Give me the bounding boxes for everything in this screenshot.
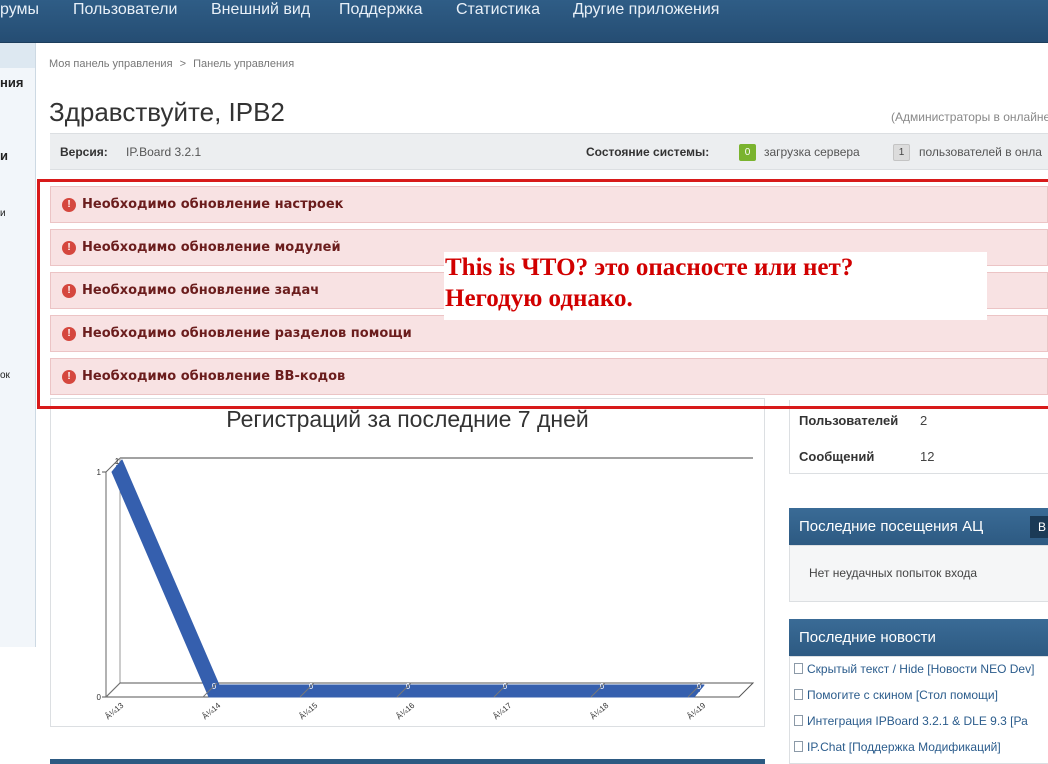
acp-visits-view-button[interactable]: В <box>1030 516 1048 538</box>
chart-title: Регистраций за последние 7 дней <box>226 406 589 432</box>
registrations-chart: 011000000Â¼13Â¼14Â¼15Â¼16Â¼17Â¼18Â¼19 <box>97 457 755 722</box>
breadcrumb-current[interactable]: Панель управления <box>193 58 294 70</box>
nav-item-other-apps[interactable]: Другие приложения <box>573 1 719 19</box>
acp-visits-header: Последние посещения АЦ В <box>789 508 1048 545</box>
x-tick-label: Â¼14 <box>200 701 222 722</box>
nav-item-statistics[interactable]: Статистика <box>456 1 540 19</box>
users-online-label: пользователей в онла <box>919 145 1042 159</box>
sidebar-header <box>0 43 35 68</box>
news-title: Последние новости <box>799 629 936 646</box>
page-title: Здравствуйте, IPB2 <box>49 97 285 127</box>
x-tick-label: Â¼16 <box>394 701 416 722</box>
document-icon <box>794 741 803 752</box>
acp-visits-title: Последние посещения АЦ <box>799 518 984 535</box>
nav-item-support[interactable]: Поддержка <box>339 1 422 19</box>
admins-online-label: (Администраторы в онлайне <box>891 110 1048 124</box>
nav-item-forums[interactable]: румы <box>0 1 39 19</box>
x-tick-label: Â¼17 <box>491 701 513 722</box>
data-label: 1 <box>115 457 120 466</box>
news-item[interactable]: IP.Chat [Поддержка Модификаций] <box>794 740 1001 754</box>
breadcrumb-separator: > <box>179 58 187 70</box>
news-item[interactable]: Помогите с скином [Стол помощи] <box>794 688 998 702</box>
document-icon <box>794 663 803 674</box>
x-tick-label: Â¼18 <box>588 701 610 722</box>
system-status-label: Состояние системы: <box>586 145 710 159</box>
breadcrumb: Моя панель управления > Панель управлени… <box>49 58 294 70</box>
sidebar-heading-fragment: и <box>0 148 8 163</box>
news-header: Последние новости <box>789 619 1048 656</box>
users-count-label: Пользователей <box>799 413 899 428</box>
annotation-line-2: Негодую однако. <box>445 285 633 312</box>
x-tick-label: Â¼15 <box>297 701 319 722</box>
annotation-line-1: This is ЧТО? это опасносте или нет? <box>445 254 854 281</box>
sidebar-item-fragment[interactable]: ок <box>0 370 10 381</box>
users-online-badge: 1 <box>893 144 910 161</box>
no-failed-logins-text: Нет неудачных попыток входа <box>809 566 978 580</box>
annotation-note: This is ЧТО? это опасносте или нет? Него… <box>444 252 987 320</box>
y-tick-label: 1 <box>97 468 102 477</box>
version-label: Версия: <box>60 145 108 159</box>
left-sidebar: ния и и ок <box>0 43 36 647</box>
document-icon <box>794 689 803 700</box>
y-axis <box>105 457 121 697</box>
x-tick-label: Â¼19 <box>685 701 707 722</box>
version-value: IP.Board 3.2.1 <box>126 145 202 159</box>
news-item[interactable]: Интеграция IPBoard 3.2.1 & DLE 9.3 [Ра <box>794 714 1028 728</box>
top-navigation: румы Пользователи Внешний вид Поддержка … <box>0 0 1048 43</box>
x-tick-label: Â¼13 <box>103 701 125 722</box>
news-item-link[interactable]: Скрытый текст / Hide [Новости NEO Dev] <box>807 662 1034 676</box>
acp-dashboard: румы Пользователи Внешний вид Поддержка … <box>0 0 1048 764</box>
news-item-link[interactable]: IP.Chat [Поддержка Модификаций] <box>807 740 1001 754</box>
news-item-link[interactable]: Помогите с скином [Стол помощи] <box>807 688 998 702</box>
sidebar-heading-fragment: ния <box>0 75 24 90</box>
series-ribbon <box>111 459 705 698</box>
news-item-link[interactable]: Интеграция IPBoard 3.2.1 & DLE 9.3 [Ра <box>807 714 1028 728</box>
document-icon <box>794 715 803 726</box>
posts-count-value: 12 <box>920 449 935 464</box>
server-load-label: загрузка сервера <box>764 145 860 159</box>
nav-item-users[interactable]: Пользователи <box>73 1 177 19</box>
system-info-bar: Версия: IP.Board 3.2.1 Состояние системы… <box>50 133 1048 170</box>
news-item[interactable]: Скрытый текст / Hide [Новости NEO Dev] <box>794 662 1034 676</box>
nav-item-appearance[interactable]: Внешний вид <box>211 1 310 19</box>
next-panel-header <box>50 759 765 764</box>
posts-count-label: Сообщений <box>799 449 875 464</box>
users-count-value: 2 <box>920 413 928 428</box>
sidebar-item-fragment[interactable]: и <box>0 208 6 219</box>
server-load-badge: 0 <box>739 144 756 161</box>
breadcrumb-home-link[interactable]: Моя панель управления <box>49 58 173 70</box>
y-tick-label: 0 <box>97 693 102 702</box>
